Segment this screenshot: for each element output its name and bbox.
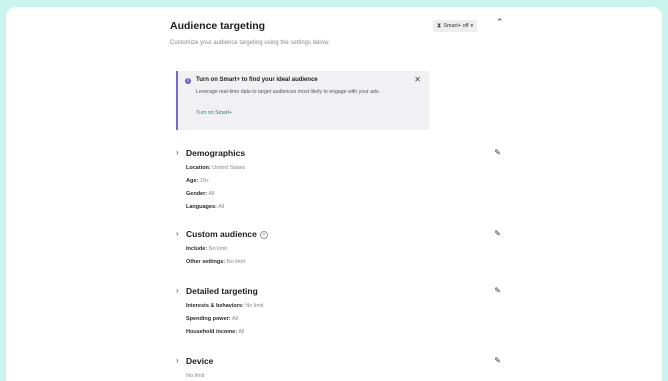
chevron-right-icon[interactable]: › [176, 229, 179, 238]
detail-row: Interests & behaviors: No limit [186, 303, 264, 309]
section-header[interactable]: › Demographics ✎ [176, 148, 501, 162]
detail-row: No limit [186, 373, 205, 379]
edit-icon[interactable]: ✎ [494, 148, 501, 157]
audience-targeting-panel: Audience targeting Customize your audien… [170, 17, 515, 379]
hourglass-icon: ⧗ [437, 22, 442, 29]
panel-header: Audience targeting Customize your audien… [170, 17, 515, 56]
section-custom-audience: › Custom audience? ✎ Include: No limit O… [176, 229, 501, 269]
section-title: Demographics [186, 148, 246, 158]
detail-row: Languages: All [186, 204, 225, 210]
chevron-down-icon: ▾ [470, 23, 474, 29]
chevron-right-icon[interactable]: › [176, 148, 179, 157]
app-frame: Audience targeting Customize your audien… [6, 7, 662, 381]
notice-title: Turn on Smart+ to find your ideal audien… [196, 77, 318, 83]
section-title: Custom audience [186, 229, 257, 239]
turn-on-smart-plus-link[interactable]: Turn on Smart+ [196, 110, 232, 116]
section-header[interactable]: › Detailed targeting ✎ [176, 286, 501, 300]
notice-body: Leverage real-time data to target audien… [196, 89, 380, 95]
detail-row: Household income: All [186, 329, 245, 335]
detail-row: Other settings: No limit [186, 259, 245, 265]
page-title: Audience targeting [170, 20, 266, 32]
section-title: Device [186, 356, 214, 366]
smart-badge-label: Smart+ off [443, 23, 469, 29]
info-icon: i [185, 78, 191, 84]
section-header[interactable]: › Device ✎ [176, 356, 501, 370]
edit-icon[interactable]: ✎ [494, 356, 501, 365]
section-demographics: › Demographics ✎ Location: United States… [176, 148, 501, 214]
close-icon[interactable]: ✕ [414, 75, 421, 84]
detail-row: Location: United States [186, 165, 246, 171]
section-header[interactable]: › Custom audience? ✎ [176, 229, 501, 243]
detail-row: Age: 18+ [186, 178, 210, 184]
smart-plus-notice: i Turn on Smart+ to find your ideal audi… [176, 71, 429, 130]
help-icon[interactable]: ? [259, 231, 268, 239]
detail-row: Spending power: All [186, 316, 238, 322]
edit-icon[interactable]: ✎ [494, 229, 501, 238]
section-detailed-targeting: › Detailed targeting ✎ Interests & behav… [176, 286, 501, 339]
smart-plus-toggle-button[interactable]: ⧗ Smart+ off ▾ [433, 20, 478, 32]
detail-row: Include: No limit [186, 246, 227, 252]
chevron-right-icon[interactable]: › [176, 356, 179, 365]
section-device: › Device ✎ No limit [176, 356, 501, 381]
chevron-up-icon[interactable]: ⌃ [496, 17, 504, 28]
edit-icon[interactable]: ✎ [494, 286, 501, 295]
page-subtitle: Customize your audience targeting using … [170, 40, 330, 46]
chevron-right-icon[interactable]: › [176, 286, 179, 295]
detail-row: Gender: All [186, 191, 215, 197]
section-title: Detailed targeting [186, 286, 258, 296]
